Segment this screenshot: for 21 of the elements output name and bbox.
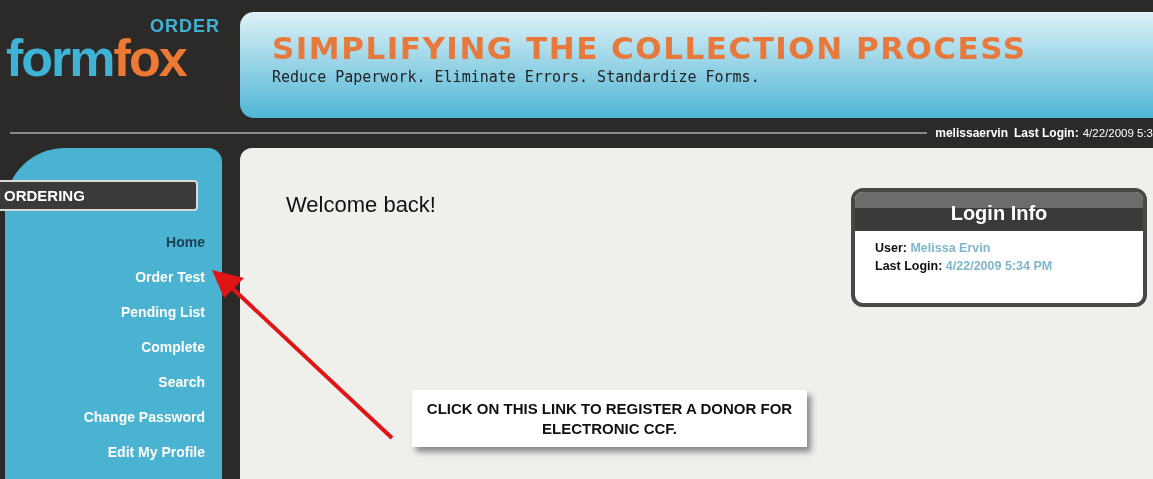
last-login-value: 4/22/2009 5:3 (1082, 127, 1153, 139)
sidebar-link[interactable]: Order Test (135, 260, 205, 295)
card-title: Login Info (855, 192, 1143, 231)
last-login-label: Last Login: (1014, 126, 1079, 140)
callout-note: CLICK ON THIS LINK TO REGISTER A DONOR FOR ELECTRONIC CCF. (412, 390, 807, 447)
info-label: User: (875, 241, 907, 255)
sidebar-link[interactable]: Complete (141, 330, 205, 365)
sidebar-link[interactable]: Home (166, 225, 205, 260)
sidebar-link[interactable]: Search (158, 365, 205, 400)
banner-tagline: Reduce Paperwork. Eliminate Errors. Standardize Forms. (272, 68, 760, 86)
username: melissaervin (935, 126, 1008, 140)
logo-text: form (6, 29, 114, 87)
welcome-heading: Welcome back! (286, 192, 436, 217)
sidebar-link[interactable]: Change Password (83, 400, 205, 435)
info-value: Melissa Ervin (910, 241, 991, 255)
sidebar-heading: ORDERING (0, 180, 198, 211)
info-value: 4/22/2009 5:34 PM (945, 259, 1053, 273)
sidebar-link[interactable]: Pending List (121, 295, 205, 330)
banner-headline: SIMPLIFYING THE COLLECTION PROCESS (272, 30, 1027, 66)
sidebar-link[interactable]: Edit My Profile (107, 435, 205, 470)
info-label: Last Login: (875, 259, 943, 273)
